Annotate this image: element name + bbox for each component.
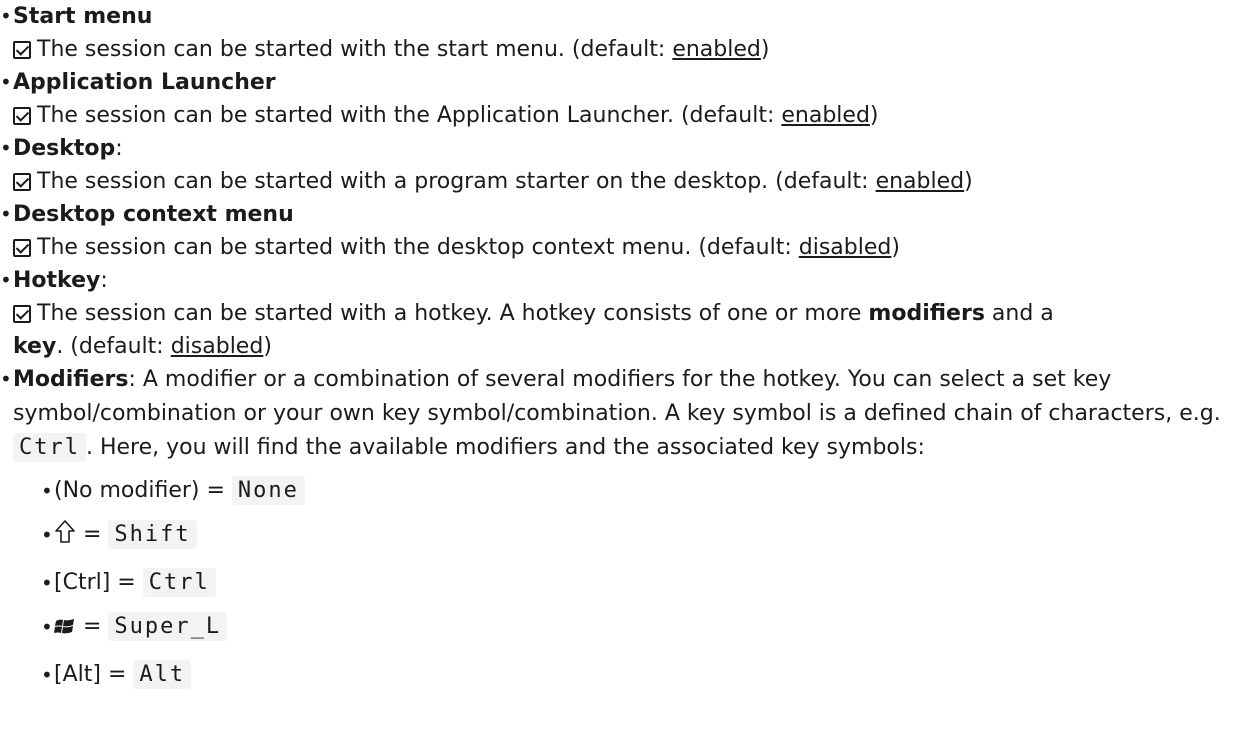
checkbox-checked-icon bbox=[13, 173, 31, 191]
bullet: • bbox=[0, 202, 12, 226]
key-symbol: Ctrl bbox=[142, 568, 216, 597]
bullet: • bbox=[41, 615, 53, 639]
modifier-label: (No modifier) bbox=[54, 478, 200, 503]
list-item-hotkey: • Hotkey: The session can be started wit… bbox=[0, 264, 1245, 363]
item-description: The session can be started with the Appl… bbox=[37, 103, 782, 128]
label-colon: : bbox=[115, 136, 123, 161]
modifier-item-shift: • = Shift bbox=[41, 513, 1245, 561]
default-value: enabled bbox=[875, 169, 965, 194]
list-item-start-menu: • Start menu The session can be started … bbox=[0, 0, 1245, 66]
list-item-desktop-context-menu: • Desktop context menu The session can b… bbox=[0, 198, 1245, 264]
item-description: The session can be started with the desk… bbox=[37, 235, 799, 260]
key-symbol: None bbox=[231, 476, 305, 505]
closing-paren: ) bbox=[263, 334, 272, 359]
label-colon: : bbox=[100, 268, 108, 293]
modifier-label: [Ctrl] bbox=[54, 570, 111, 595]
modifier-item-none: • (No modifier) = None bbox=[41, 469, 1245, 513]
bullet: • bbox=[41, 479, 53, 503]
item-description: The session can be started with a hotkey… bbox=[37, 301, 869, 326]
key-symbol: Super_L bbox=[108, 612, 228, 641]
default-value: disabled bbox=[170, 334, 264, 359]
closing-paren: ) bbox=[891, 235, 900, 260]
item-description-cont: and a bbox=[984, 301, 1054, 326]
closing-paren: ) bbox=[869, 103, 879, 128]
item-description: The session can be started with the star… bbox=[37, 37, 673, 62]
closing-paren: ) bbox=[760, 37, 770, 62]
bullet: • bbox=[0, 268, 12, 292]
list-item-desktop: • Desktop: The session can be started wi… bbox=[0, 132, 1245, 198]
checkbox-checked-icon bbox=[13, 41, 31, 59]
modifiers-description: A modifier or a combination of several m… bbox=[13, 367, 1221, 426]
item-label: Hotkey bbox=[13, 268, 101, 293]
bullet: • bbox=[41, 571, 53, 595]
shift-arrow-icon bbox=[54, 517, 76, 561]
list-item-application-launcher: • Application Launcher The session can b… bbox=[0, 66, 1245, 132]
equals-sign: = bbox=[76, 522, 109, 547]
item-label: Application Launcher bbox=[13, 70, 276, 95]
modifier-label: [Alt] bbox=[54, 662, 101, 687]
modifier-item-ctrl: • [Ctrl] = Ctrl bbox=[41, 561, 1245, 605]
item-label: Modifiers bbox=[13, 367, 129, 392]
default-value: enabled bbox=[781, 103, 870, 128]
default-value: enabled bbox=[672, 37, 761, 62]
bullet: • bbox=[0, 136, 12, 160]
equals-sign: = bbox=[110, 570, 143, 595]
bold-modifiers: modifiers bbox=[868, 301, 985, 326]
list-item-modifiers: • Modifiers: A modifier or a combination… bbox=[0, 363, 1245, 697]
settings-list: • Start menu The session can be started … bbox=[0, 0, 1245, 697]
item-description-end: . (default: bbox=[56, 334, 171, 359]
label-colon: : bbox=[128, 367, 136, 392]
checkbox-checked-icon bbox=[13, 107, 31, 125]
key-symbol: Shift bbox=[108, 520, 197, 549]
item-label: Desktop context menu bbox=[13, 202, 294, 227]
item-label: Start menu bbox=[13, 4, 153, 29]
windows-logo-icon bbox=[54, 609, 76, 653]
bullet: • bbox=[0, 367, 12, 391]
closing-paren: ) bbox=[964, 169, 973, 194]
item-label: Desktop bbox=[13, 136, 116, 161]
modifiers-description-end: . Here, you will find the available modi… bbox=[85, 435, 925, 460]
bullet: • bbox=[41, 663, 53, 687]
modifier-item-super: • = Super_L bbox=[41, 605, 1245, 653]
bullet: • bbox=[41, 523, 53, 547]
document-page: • Start menu The session can be started … bbox=[0, 0, 1245, 697]
checkbox-checked-icon bbox=[13, 305, 31, 323]
equals-sign: = bbox=[100, 662, 134, 687]
equals-sign: = bbox=[76, 614, 109, 639]
bullet: • bbox=[0, 70, 12, 94]
bold-key: key bbox=[13, 334, 57, 359]
equals-sign: = bbox=[199, 478, 232, 503]
item-description: The session can be started with a progra… bbox=[37, 169, 876, 194]
checkbox-checked-icon bbox=[13, 239, 31, 257]
default-value: disabled bbox=[798, 235, 892, 260]
modifier-item-alt: • [Alt] = Alt bbox=[41, 653, 1245, 697]
bullet: • bbox=[0, 4, 12, 28]
key-symbol: Alt bbox=[133, 660, 192, 689]
key-symbol-example: Ctrl bbox=[13, 433, 86, 462]
modifier-list: • (No modifier) = None • = Shift • [Ctrl… bbox=[13, 469, 1245, 697]
